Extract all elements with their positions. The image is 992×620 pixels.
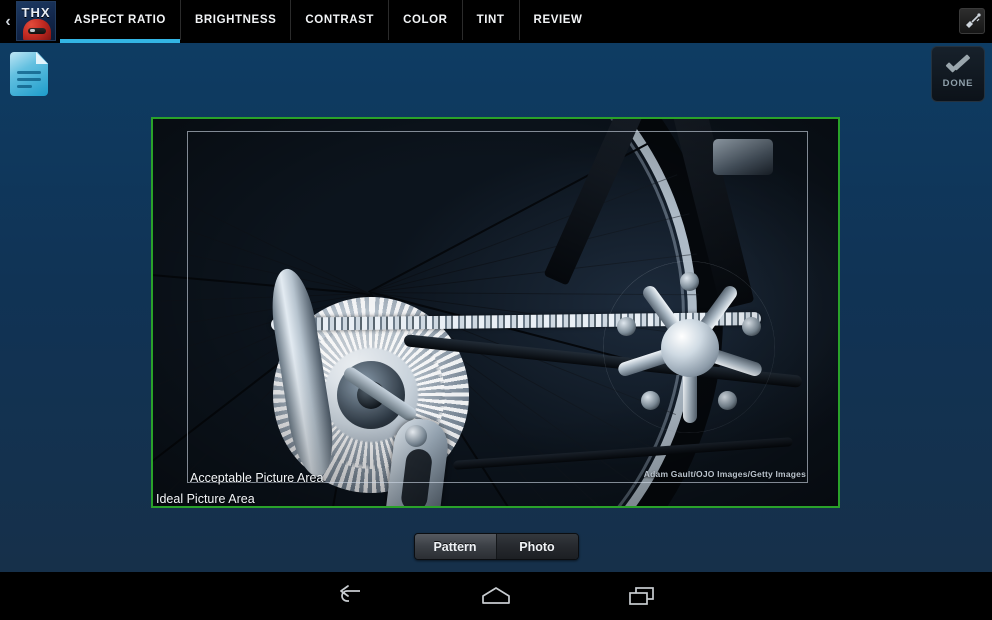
thx-mascot-glint bbox=[30, 29, 35, 32]
calibration-wand-icon[interactable] bbox=[959, 8, 985, 34]
home-icon[interactable] bbox=[473, 579, 519, 613]
instructions-document-icon[interactable] bbox=[10, 52, 54, 97]
action-bar: ‹ THX ASPECT RATIO BRIGHTNESS CONTRAST C… bbox=[0, 0, 992, 43]
back-icon[interactable] bbox=[327, 579, 373, 613]
tab-bar: ASPECT RATIO BRIGHTNESS CONTRAST COLOR T… bbox=[60, 0, 597, 43]
checkmark-icon bbox=[945, 59, 971, 75]
android-navigation-bar bbox=[0, 572, 992, 620]
tab-review[interactable]: REVIEW bbox=[520, 0, 597, 40]
document-line bbox=[17, 78, 41, 81]
photo-credit-text: Adam Gault/OJO Images/Getty Images bbox=[643, 469, 806, 479]
back-chevron-icon[interactable]: ‹ bbox=[0, 0, 16, 43]
source-toggle-group: Pattern Photo bbox=[413, 533, 579, 560]
thx-logo-text: THX bbox=[21, 5, 51, 20]
done-button[interactable]: DONE bbox=[931, 46, 985, 102]
bicycle-drivetrain-photo: Acceptable Picture Area Ideal Picture Ar… bbox=[153, 119, 838, 506]
document-fold-shape bbox=[36, 52, 48, 64]
ideal-picture-area-label: Ideal Picture Area bbox=[156, 492, 255, 506]
thx-app-logo-icon[interactable]: THX bbox=[16, 1, 56, 41]
toggle-pattern-button[interactable]: Pattern bbox=[414, 534, 497, 559]
source-toggle-bar: Pattern Photo bbox=[0, 533, 992, 560]
preview-frame[interactable]: Acceptable Picture Area Ideal Picture Ar… bbox=[151, 117, 840, 508]
document-line bbox=[17, 71, 41, 74]
recent-apps-icon[interactable] bbox=[619, 579, 665, 613]
tab-color[interactable]: COLOR bbox=[389, 0, 463, 40]
tab-contrast[interactable]: CONTRAST bbox=[291, 0, 390, 40]
acceptable-picture-area-rect bbox=[187, 131, 808, 483]
tab-aspect-ratio[interactable]: ASPECT RATIO bbox=[60, 0, 181, 43]
tab-tint[interactable]: TINT bbox=[463, 0, 520, 40]
document-line bbox=[17, 85, 32, 88]
toggle-photo-button[interactable]: Photo bbox=[496, 534, 578, 559]
acceptable-picture-area-label: Acceptable Picture Area bbox=[190, 471, 324, 485]
app-screen: ‹ THX ASPECT RATIO BRIGHTNESS CONTRAST C… bbox=[0, 0, 992, 620]
tab-brightness[interactable]: BRIGHTNESS bbox=[181, 0, 292, 40]
done-button-label: DONE bbox=[942, 78, 974, 89]
